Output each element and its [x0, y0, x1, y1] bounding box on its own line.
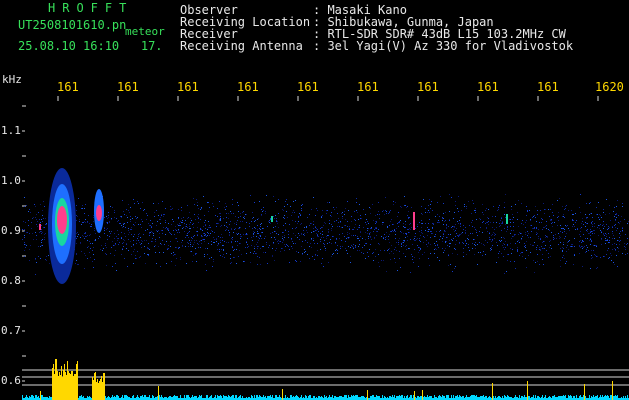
header-key-antenna: Receiving Antenna	[180, 39, 303, 53]
meteor-label: meteor	[125, 25, 165, 38]
app-name: HROFFT	[48, 1, 134, 15]
x-tick-label: 161	[237, 80, 259, 94]
header-value-antenna: : 3el Yagi(V) Az 330 for Vladivostok	[313, 39, 574, 53]
signal-level-trace	[22, 359, 629, 400]
x-axis-ticks	[57, 96, 599, 101]
x-tick-label: 1620	[595, 80, 624, 94]
x-tick-label: 161	[357, 80, 379, 94]
y-axis-ticks	[22, 105, 26, 382]
y-tick-label: 1.0	[1, 174, 21, 187]
header-values: : Masaki Kano : Shibukawa, Gunma, Japan …	[313, 4, 573, 52]
y-tick-label: 0.8	[1, 274, 21, 287]
y-tick-label: 0.6	[1, 374, 21, 387]
x-tick-label: 161	[477, 80, 499, 94]
y-axis-unit: kHz	[2, 73, 22, 86]
spectrogram-plot	[22, 96, 629, 400]
x-tick-label: 161	[417, 80, 439, 94]
y-tick-label: 0.7	[1, 324, 21, 337]
spectrogram-noise	[22, 194, 629, 275]
x-tick-label: 161	[57, 80, 79, 94]
x-tick-label: 161	[297, 80, 319, 94]
timestamp-text: 25.08.10 16:10	[18, 39, 120, 53]
x-tick-label: 161	[537, 80, 559, 94]
spectrogram-canvas	[22, 96, 629, 400]
level-lines	[22, 369, 629, 386]
y-tick-label: 0.9	[1, 224, 21, 237]
x-tick-label: 161	[177, 80, 199, 94]
timestamp: 25.08.10 16:10 17.	[18, 40, 163, 52]
file-name: UT2508101610.pn	[18, 18, 127, 32]
x-tick-label: 161	[117, 80, 139, 94]
hrofft-spectrogram-window: HROFFT UT2508101610.pn meteor 25.08.10 1…	[0, 0, 629, 400]
meteor-echo	[39, 168, 508, 284]
y-tick-label: 1.1	[1, 124, 21, 137]
header-keys: Observer Receiving Location Receiver Rec…	[180, 4, 310, 52]
count-value: 17.	[140, 39, 163, 53]
